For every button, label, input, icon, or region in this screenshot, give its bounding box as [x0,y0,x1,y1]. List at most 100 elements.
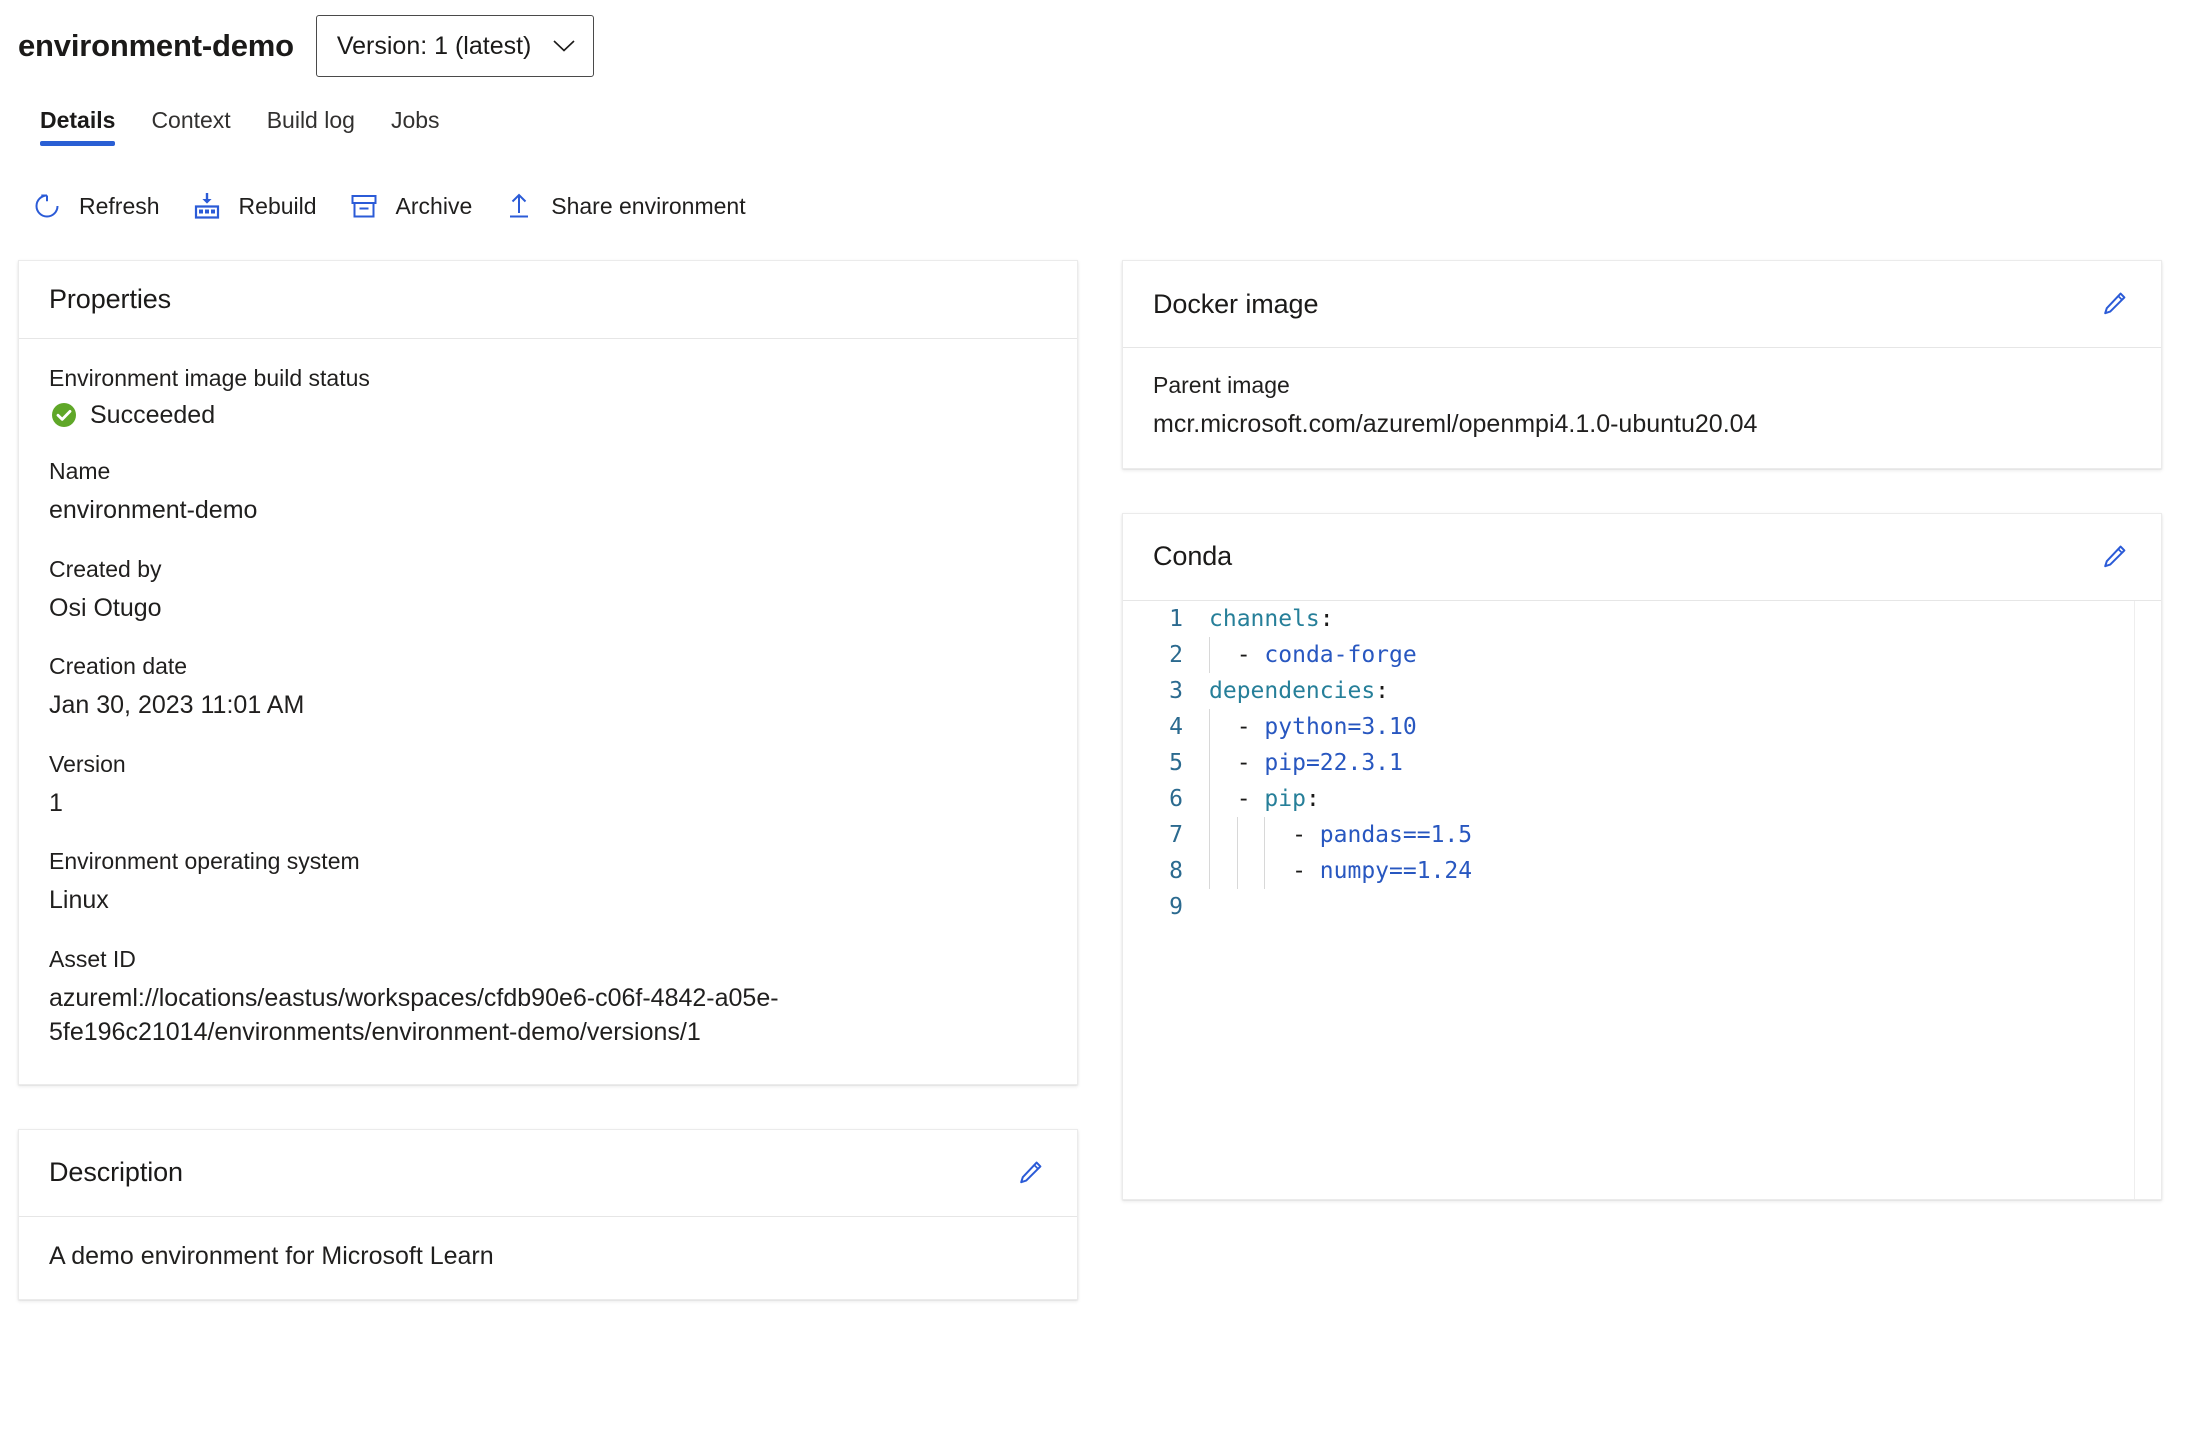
edit-pencil-icon [2104,545,2126,567]
edit-pencil-icon [1020,1161,1042,1184]
edit-pencil-icon [2104,292,2126,315]
archive-label: Archive [395,192,473,219]
docker-card-header: Docker image [1123,261,2161,348]
conda-card: Conda 1 channels: 2 - conda-forge 3 dependen… [1122,512,2162,1200]
content-area: Properties Environment image build statu… [0,238,2200,1344]
refresh-label: Refresh [79,192,160,219]
edit-docker-button[interactable] [2093,283,2135,325]
created-by-value: Osi Otugo [49,593,162,622]
page-title: environment-demo [18,28,294,63]
edit-description-button[interactable] [1009,1152,1051,1194]
left-column: Properties Environment image build statu… [18,260,1078,1344]
rebuild-label: Rebuild [238,192,317,219]
code-text: - conda-forge [1209,636,1417,673]
rebuild-button[interactable]: Rebuild [182,181,339,231]
refresh-button[interactable]: Refresh [22,181,182,231]
code-text: - python=3.10 [1209,708,1417,745]
description-card-header: Description [19,1130,1077,1217]
code-line: 3 dependencies: [1123,673,2161,709]
asset-id-label: Asset ID [49,945,136,972]
code-text: dependencies: [1209,677,1390,704]
command-bar: Refresh Rebuild Archive Share environmen… [0,152,2200,238]
line-number: 4 [1169,713,1183,740]
description-card-body: A demo environment for Microsoft Learn [19,1217,1077,1300]
archive-button[interactable]: Archive [339,181,495,231]
refresh-icon [35,194,59,218]
properties-title: Properties [49,284,172,314]
tab-context[interactable]: Context [133,93,248,152]
indent-guide [1209,744,1210,781]
code-text: - numpy==1.24 [1209,852,1472,889]
property-creation-date: Creation date Jan 30, 2023 11:01 AM [49,651,1047,723]
indent-guide [1236,852,1238,889]
line-number: 3 [1169,677,1183,704]
docker-title: Docker image [1153,288,1319,319]
line-number: 7 [1169,821,1183,848]
version-selector[interactable]: Version: 1 (latest) [315,15,595,77]
indent-guide [1209,708,1210,745]
tab-build-log[interactable]: Build log [249,93,373,152]
operating-system-value: Linux [49,886,109,915]
parent-image-label: Parent image [1153,372,1290,398]
page-header: environment-demo Version: 1 (latest) [0,0,2200,80]
indent-guide [1209,636,1210,673]
property-name: Name environment-demo [49,456,1047,528]
archive-icon [351,195,377,218]
code-line: 8 - numpy==1.24 [1123,852,2161,889]
indent-guide [1236,816,1238,853]
code-line: 1 channels: [1123,601,2161,637]
status-badge: Succeeded [49,400,1047,430]
docker-card-body: Parent image mcr.microsoft.com/azureml/o… [1123,348,2161,468]
conda-card-header: Conda [1123,514,2161,601]
share-environment-button[interactable]: Share environment [494,181,767,231]
property-operating-system: Environment operating system Linux [49,846,1047,918]
build-status-value: Succeeded [90,400,216,429]
properties-card-body: Environment image build status Succeeded… [19,339,1077,1084]
property-version: Version 1 [49,749,1047,821]
indent-guide [1209,816,1210,853]
description-card: Description A demo environment for Micro… [18,1128,1078,1301]
description-text: A demo environment for Microsoft Learn [49,1241,494,1270]
chevron-down-icon [553,40,575,52]
right-column: Docker image Parent image mcr.microsoft.… [1122,260,2162,1244]
indent-guide [1209,780,1210,817]
created-by-label: Created by [49,555,162,582]
creation-date-value: Jan 30, 2023 11:01 AM [49,691,305,720]
version-value: 1 [49,788,63,817]
properties-card: Properties Environment image build statu… [18,260,1078,1085]
indent-guide [1209,852,1210,889]
line-number: 9 [1169,893,1183,920]
tab-details[interactable]: Details [22,93,133,152]
tab-bar: Details Context Build log Jobs [0,80,2200,152]
parent-image-value: mcr.microsoft.com/azureml/openmpi4.1.0-u… [1153,410,1758,439]
editor-divider [2134,600,2135,1199]
version-label: Version [49,750,126,777]
name-value: environment-demo [49,496,258,525]
conda-yaml-editor[interactable]: 1 channels: 2 - conda-forge 3 dependencies: 4… [1123,600,2161,1199]
property-build-status: Environment image build status Succeeded [49,363,1047,430]
success-check-icon [52,403,76,428]
code-line: 4 - python=3.10 [1123,708,2161,745]
code-line: 9 [1123,889,2161,925]
edit-conda-button[interactable] [2093,536,2135,578]
build-status-label: Environment image build status [49,365,370,391]
creation-date-label: Creation date [49,653,188,680]
asset-id-value: azureml://locations/eastus/workspaces/cf… [49,983,779,1047]
code-line: 6 - pip: [1123,780,2161,817]
line-number: 5 [1169,749,1183,776]
property-parent-image: Parent image mcr.microsoft.com/azureml/o… [1153,370,2131,442]
docker-image-card: Docker image Parent image mcr.microsoft.… [1122,260,2162,469]
description-title: Description [49,1157,183,1188]
indent-guide [1264,816,1266,853]
properties-card-header: Properties [19,261,1077,339]
name-label: Name [49,458,111,485]
version-selector-label: Version: 1 (latest) [336,31,532,60]
code-line: 2 - conda-forge [1123,636,2161,673]
property-created-by: Created by Osi Otugo [49,554,1047,626]
tab-jobs[interactable]: Jobs [373,93,458,152]
code-text: channels: [1209,605,1334,632]
line-number: 8 [1169,857,1183,884]
property-asset-id: Asset ID azureml://locations/eastus/work… [49,944,1047,1050]
indent-guide [1264,852,1266,889]
code-text: - pandas==1.5 [1209,816,1472,853]
